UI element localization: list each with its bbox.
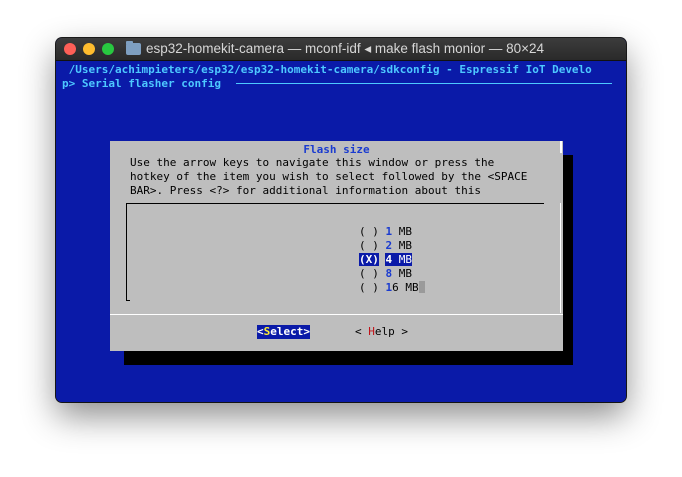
select-button-open: < bbox=[257, 325, 264, 338]
help-text-line-1: Use the arrow keys to navigate this wind… bbox=[130, 156, 495, 169]
help-text-line-3: BAR>. Press <?> for additional informati… bbox=[130, 184, 481, 197]
minimize-window-button[interactable] bbox=[83, 43, 95, 55]
select-button-label: elect> bbox=[270, 325, 310, 338]
folder-icon bbox=[126, 41, 141, 55]
terminal-window: esp32-homekit-camera — mconf-idf ◂ make … bbox=[56, 38, 626, 402]
option-label: 6 MB bbox=[392, 281, 419, 294]
close-window-button[interactable] bbox=[64, 43, 76, 55]
button-divider bbox=[110, 314, 563, 315]
option-16mb[interactable]: ( ) 16 MB bbox=[306, 267, 425, 309]
help-button[interactable]: < Help > bbox=[355, 325, 408, 339]
text-cursor bbox=[418, 281, 425, 293]
radio-mark: ( ) bbox=[358, 281, 379, 294]
options-box-border-right bbox=[560, 203, 561, 313]
config-path-header: /Users/achimpieters/esp32/esp32-homekit-… bbox=[62, 63, 592, 76]
title-bar[interactable]: esp32-homekit-camera — mconf-idf ◂ make … bbox=[56, 38, 626, 61]
terminal-content[interactable]: /Users/achimpieters/esp32/esp32-homekit-… bbox=[56, 61, 626, 402]
window-title: esp32-homekit-camera — mconf-idf ◂ make … bbox=[146, 41, 545, 56]
flash-size-dialog: Flash size Use the arrow keys to navigat… bbox=[110, 141, 563, 351]
help-button-open: < bbox=[355, 325, 369, 338]
select-button[interactable]: <Select> bbox=[257, 325, 310, 339]
header-rule bbox=[236, 83, 612, 84]
options-box-border-bottom bbox=[126, 300, 130, 301]
breadcrumb: p> Serial flasher config bbox=[62, 77, 221, 90]
options-box-border-left bbox=[126, 203, 127, 301]
dialog-title: Flash size bbox=[303, 143, 370, 156]
help-button-hotkey: H bbox=[368, 325, 375, 338]
options-box-border bbox=[126, 203, 544, 204]
help-button-label: elp > bbox=[374, 325, 408, 338]
help-text-line-2: hotkey of the item you wish to select fo… bbox=[130, 170, 528, 183]
zoom-window-button[interactable] bbox=[102, 43, 114, 55]
